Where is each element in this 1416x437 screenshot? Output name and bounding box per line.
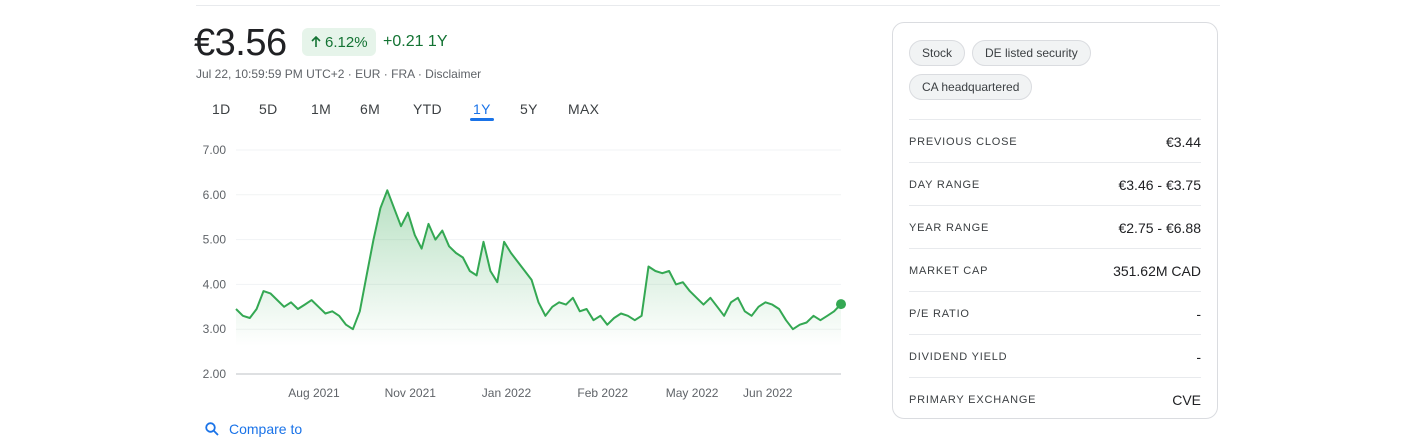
stat-primary-exchange: PRIMARY EXCHANGE CVE xyxy=(909,377,1201,421)
currency: EUR xyxy=(355,67,381,81)
stat-label: DAY RANGE xyxy=(909,178,980,191)
y-tick-label: 3.00 xyxy=(203,322,227,336)
tab-5y[interactable]: 5Y xyxy=(520,101,538,117)
tab-6m[interactable]: 6M xyxy=(360,101,380,117)
stat-value: €3.44 xyxy=(1165,133,1201,150)
y-tick-label: 7.00 xyxy=(203,143,227,157)
top-divider xyxy=(196,5,1220,6)
current-price: €3.56 xyxy=(194,22,287,64)
series-area xyxy=(236,190,841,346)
y-tick-label: 6.00 xyxy=(203,188,227,202)
stat-value: - xyxy=(1196,305,1201,322)
x-tick-label: Feb 2022 xyxy=(577,386,628,400)
chip-ca-headquartered[interactable]: CA headquartered xyxy=(909,74,1033,100)
tab-1d[interactable]: 1D xyxy=(212,101,231,117)
stat-value: - xyxy=(1196,348,1201,365)
stat-label: YEAR RANGE xyxy=(909,221,990,234)
compare-to-button[interactable]: Compare to xyxy=(205,421,302,437)
stat-year-range: YEAR RANGE €2.75 - €6.88 xyxy=(909,205,1201,249)
y-tick-label: 2.00 xyxy=(203,367,227,381)
y-tick-label: 5.00 xyxy=(203,233,227,247)
stat-label: DIVIDEND YIELD xyxy=(909,350,1008,363)
quote-meta: Jul 22, 10:59:59 PM UTC+2 · EUR · FRA · … xyxy=(196,67,482,81)
tab-1m[interactable]: 1M xyxy=(311,101,331,117)
stat-market-cap: MARKET CAP 351.62M CAD xyxy=(909,248,1201,292)
stat-dividend-yield: DIVIDEND YIELD - xyxy=(909,334,1201,378)
tab-max[interactable]: MAX xyxy=(568,101,599,117)
x-tick-label: Aug 2021 xyxy=(288,386,340,400)
timestamp: Jul 22, 10:59:59 PM UTC+2 xyxy=(196,67,345,81)
stat-pe-ratio: P/E RATIO - xyxy=(909,291,1201,335)
stat-label: P/E RATIO xyxy=(909,307,970,320)
tab-5d[interactable]: 5D xyxy=(259,101,278,117)
last-point-marker xyxy=(836,299,846,310)
price-chart[interactable]: 7.00 6.00 5.00 4.00 3.00 2.00 Aug 2021 Nov 2021… xyxy=(196,140,856,410)
change-percent-badge: 6.12% xyxy=(302,28,376,56)
stat-previous-close: PREVIOUS CLOSE €3.44 xyxy=(909,119,1201,163)
arrow-up-icon xyxy=(311,36,321,47)
change-absolute: +0.21 1Y xyxy=(383,33,448,50)
stat-label: MARKET CAP xyxy=(909,264,989,277)
change-percent: 6.12% xyxy=(325,33,368,51)
stat-value: CVE xyxy=(1172,391,1201,408)
exchange: FRA xyxy=(391,67,415,81)
stat-day-range: DAY RANGE €3.46 - €3.75 xyxy=(909,162,1201,206)
x-tick-label: Jan 2022 xyxy=(482,386,532,400)
x-tick-label: May 2022 xyxy=(666,386,719,400)
tab-1y[interactable]: 1Y xyxy=(470,101,494,121)
compare-to-label: Compare to xyxy=(229,421,303,437)
stat-value: €3.46 - €3.75 xyxy=(1118,176,1201,193)
x-tick-label: Nov 2021 xyxy=(385,386,437,400)
disclaimer-link[interactable]: Disclaimer xyxy=(425,67,481,81)
y-tick-label: 4.00 xyxy=(203,277,227,291)
search-icon xyxy=(205,422,219,436)
stat-label: PREVIOUS CLOSE xyxy=(909,135,1018,148)
stat-value: 351.62M CAD xyxy=(1113,262,1201,279)
chip-stock[interactable]: Stock xyxy=(909,40,966,66)
stats-card: Stock DE listed security CA headquartere… xyxy=(892,22,1218,419)
tab-ytd[interactable]: YTD xyxy=(413,101,442,117)
stat-value: €2.75 - €6.88 xyxy=(1118,219,1201,236)
chip-de-listed[interactable]: DE listed security xyxy=(972,40,1091,66)
x-tick-label: Jun 2022 xyxy=(743,386,793,400)
stat-label: PRIMARY EXCHANGE xyxy=(909,393,1037,406)
